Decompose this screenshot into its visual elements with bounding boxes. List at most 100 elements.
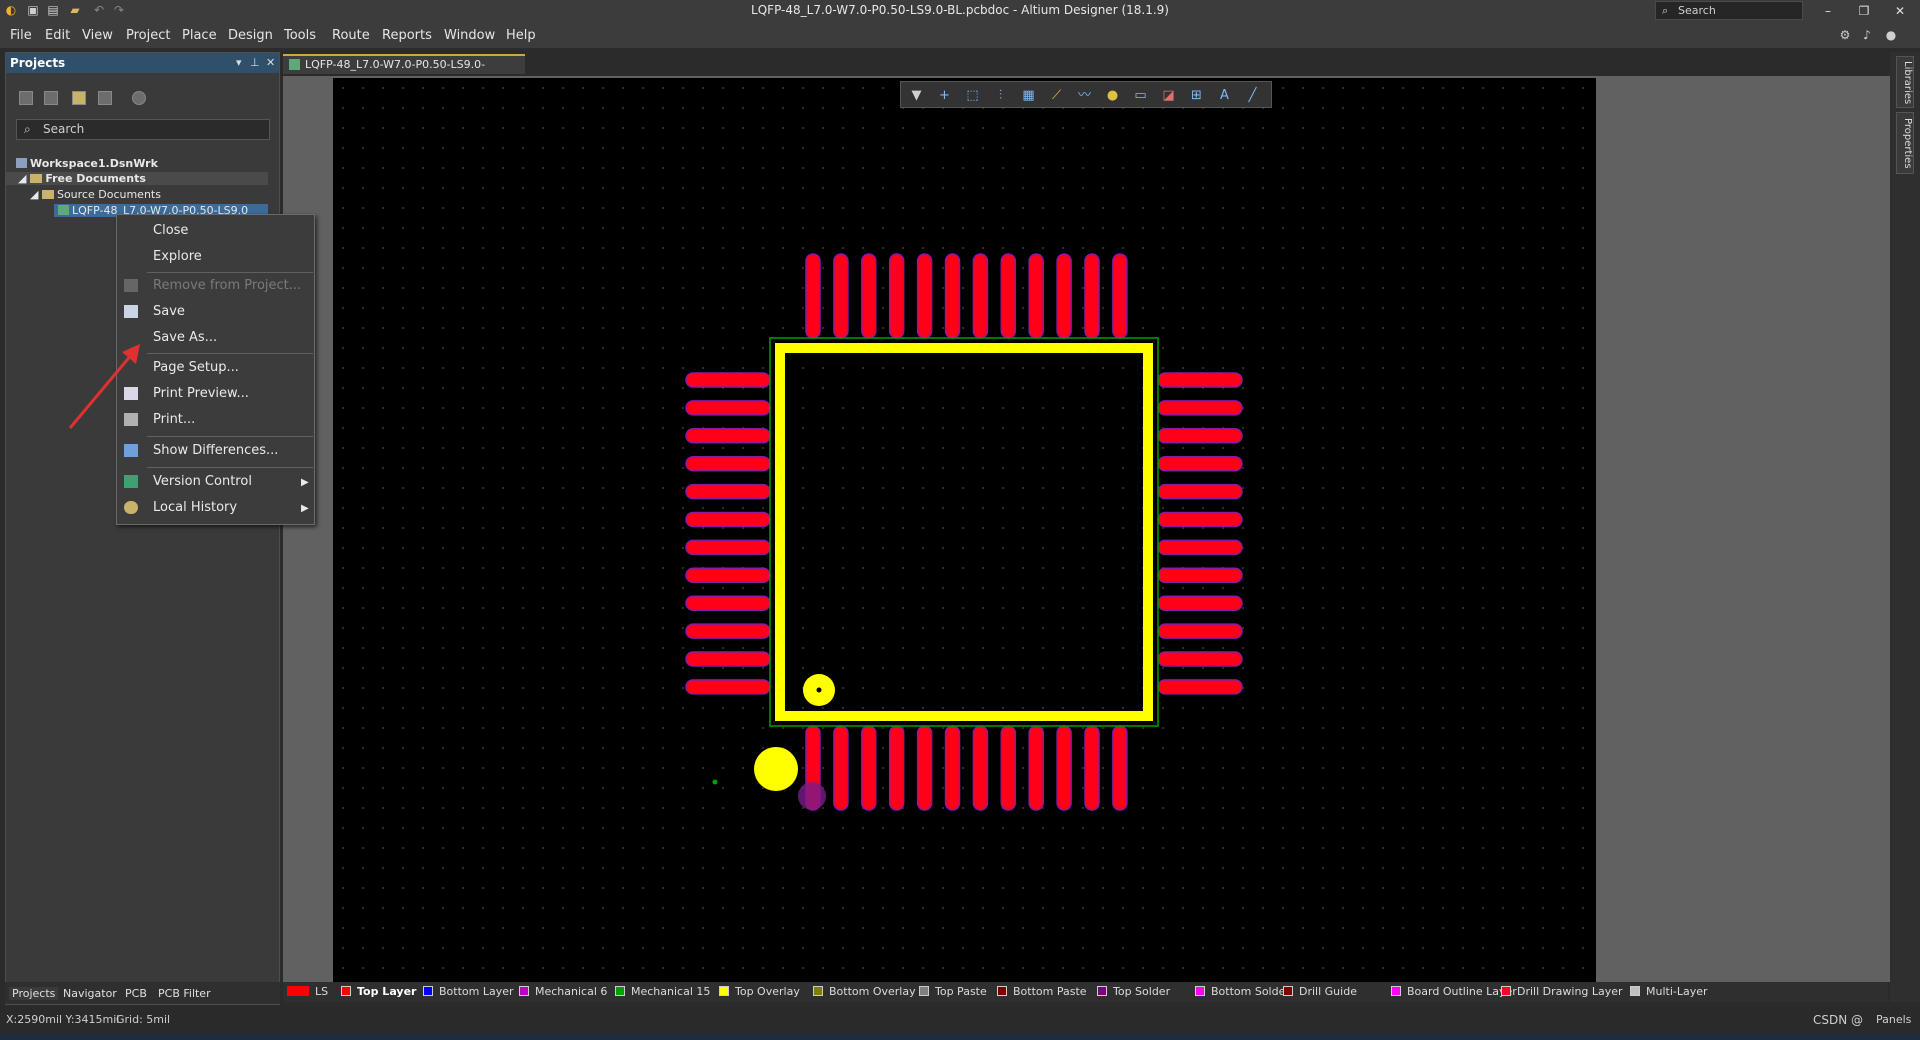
layer-color-swatch bbox=[1097, 986, 1107, 996]
pin1-marker-center bbox=[816, 687, 822, 693]
tab-pcb[interactable]: PCB bbox=[125, 987, 147, 1000]
smd-pad bbox=[805, 253, 821, 339]
layer-tab[interactable]: Bottom Solder bbox=[1195, 985, 1290, 998]
ctx-separator bbox=[147, 436, 313, 437]
ctx-close[interactable]: Close bbox=[153, 223, 188, 238]
tree-free-documents[interactable]: ◢ Free Documents bbox=[6, 172, 268, 185]
ctx-save[interactable]: Save bbox=[153, 304, 185, 319]
layer-tab[interactable]: Drill Guide bbox=[1283, 985, 1357, 998]
panels-button[interactable]: Panels bbox=[1876, 1013, 1911, 1026]
smd-pad bbox=[972, 253, 989, 339]
expand-arrow-icon[interactable]: ◢ bbox=[30, 188, 38, 201]
layer-tab[interactable]: Drill Drawing Layer bbox=[1501, 985, 1623, 998]
menu-project[interactable]: Project bbox=[126, 28, 170, 43]
layer-label: Top Overlay bbox=[735, 985, 800, 998]
save-project-icon[interactable] bbox=[19, 91, 33, 105]
properties-tab[interactable]: Properties bbox=[1896, 112, 1914, 174]
ctx-local-history[interactable]: Local History bbox=[153, 500, 237, 515]
layer-tab[interactable]: Bottom Layer bbox=[423, 985, 514, 998]
restore-button[interactable]: ❐ bbox=[1846, 0, 1882, 22]
ctx-print-preview[interactable]: Print Preview... bbox=[153, 386, 249, 401]
layer-tab[interactable]: Top Paste bbox=[919, 985, 987, 998]
smd-pad bbox=[685, 483, 771, 500]
menu-edit[interactable]: Edit bbox=[45, 28, 70, 43]
user-icon[interactable]: ● bbox=[1884, 28, 1898, 42]
close-panel-icon[interactable]: ✕ bbox=[266, 53, 275, 73]
expand-arrow-icon[interactable]: ◢ bbox=[18, 172, 26, 185]
menu-view[interactable]: View bbox=[82, 28, 113, 43]
polygon-icon[interactable]: ▭ bbox=[1133, 88, 1148, 103]
smd-pad bbox=[1157, 623, 1243, 639]
smd-pad bbox=[916, 253, 933, 339]
smd-pad bbox=[1157, 539, 1243, 556]
title-bar: ◐ ▣ ▤ ▰ ↶ ↷ LQFP-48_L7.0-W7.0-P0.50-LS9.… bbox=[0, 0, 1920, 22]
layer-set-label: LS bbox=[315, 985, 329, 998]
layer-label: Bottom Paste bbox=[1013, 985, 1087, 998]
component-icon[interactable]: ▦ bbox=[1021, 88, 1036, 103]
text-icon[interactable]: A bbox=[1217, 88, 1232, 103]
layer-tab[interactable]: Board Outline Layer bbox=[1391, 985, 1517, 998]
tab-pcb-filter[interactable]: PCB Filter bbox=[158, 987, 211, 1000]
compile-icon[interactable] bbox=[44, 91, 58, 105]
menu-file[interactable]: File bbox=[10, 28, 32, 43]
layer-tab[interactable]: Mechanical 15 bbox=[615, 985, 710, 998]
ctx-print[interactable]: Print... bbox=[153, 412, 195, 427]
filter-icon[interactable]: ▼ bbox=[909, 88, 924, 103]
menu-route[interactable]: Route bbox=[332, 28, 370, 43]
route-icon[interactable]: ⟋ bbox=[1049, 88, 1064, 103]
tree-workspace[interactable]: Workspace1.DsnWrk bbox=[16, 157, 158, 170]
layer-tab[interactable]: Top Overlay bbox=[719, 985, 800, 998]
title-search-input[interactable]: ⌕ Search bbox=[1655, 1, 1803, 20]
notifications-icon[interactable]: ♪ bbox=[1860, 28, 1874, 42]
line-icon[interactable]: ╱ bbox=[1245, 88, 1260, 103]
layer-tab[interactable]: Bottom Paste bbox=[997, 985, 1087, 998]
keepout-icon[interactable]: ◪ bbox=[1161, 88, 1176, 103]
cross-probe-icon[interactable]: + bbox=[937, 88, 952, 103]
document-tab[interactable]: LQFP-48_L7.0-W7.0-P0.50-LS9.0-BL.pcbdoc bbox=[283, 54, 525, 88]
ctx-version-control[interactable]: Version Control bbox=[153, 474, 252, 489]
project-options-icon[interactable] bbox=[132, 91, 146, 105]
folder-icon bbox=[41, 190, 54, 199]
layer-set-button[interactable]: LS bbox=[287, 985, 328, 998]
diff-pair-icon[interactable]: 〰 bbox=[1077, 88, 1092, 103]
menu-reports[interactable]: Reports bbox=[382, 28, 432, 43]
minimize-button[interactable]: – bbox=[1810, 0, 1846, 22]
layer-tab[interactable]: Mechanical 6 bbox=[519, 985, 607, 998]
close-project-icon[interactable] bbox=[98, 91, 112, 105]
projects-search-input[interactable]: ⌕ Search bbox=[16, 119, 270, 140]
menu-place[interactable]: Place bbox=[182, 28, 217, 43]
layer-tab[interactable]: Top Solder bbox=[1097, 985, 1170, 998]
tab-projects[interactable]: Projects bbox=[9, 987, 59, 1000]
pin-icon[interactable]: ⊥ bbox=[250, 53, 260, 73]
layer-label: Drill Drawing Layer bbox=[1517, 985, 1623, 998]
close-window-button[interactable]: ✕ bbox=[1882, 0, 1918, 22]
layer-color-swatch bbox=[615, 986, 625, 996]
layer-tab[interactable]: Bottom Overlay bbox=[813, 985, 916, 998]
select-area-icon[interactable]: ⬚ bbox=[965, 88, 980, 103]
layer-color-swatch bbox=[1630, 986, 1640, 996]
menu-design[interactable]: Design bbox=[228, 28, 273, 43]
menu-window[interactable]: Window bbox=[444, 28, 495, 43]
pcb-active-toolbar: ▼ + ⬚ ⫶ ▦ ⟋ 〰 ● ▭ ◪ ⊞ A ╱ bbox=[900, 81, 1272, 108]
open-folder-icon[interactable] bbox=[72, 91, 86, 105]
settings-icon[interactable]: ⚙ bbox=[1838, 28, 1852, 42]
differences-icon bbox=[124, 444, 138, 457]
menu-help[interactable]: Help bbox=[506, 28, 536, 43]
ctx-show-differences[interactable]: Show Differences... bbox=[153, 443, 278, 458]
smd-pad bbox=[833, 253, 849, 339]
tree-source-documents[interactable]: ◢ Source Documents bbox=[30, 188, 161, 201]
pcb-canvas[interactable] bbox=[333, 78, 1596, 982]
search-icon: ⌕ bbox=[1662, 4, 1669, 17]
ctx-explore[interactable]: Explore bbox=[153, 249, 202, 264]
tab-navigator[interactable]: Navigator bbox=[63, 987, 117, 1000]
ctx-page-setup[interactable]: Page Setup... bbox=[153, 360, 239, 375]
menu-tools[interactable]: Tools bbox=[284, 28, 316, 43]
pad-icon[interactable]: ● bbox=[1105, 88, 1120, 103]
align-icon[interactable]: ⫶ bbox=[993, 88, 1008, 103]
layer-tab[interactable]: Top Layer bbox=[341, 985, 416, 998]
libraries-tab[interactable]: Libraries bbox=[1896, 56, 1914, 108]
panel-menu-icon[interactable]: ▾ bbox=[236, 53, 242, 73]
ctx-save-as[interactable]: Save As... bbox=[153, 330, 217, 345]
dimension-icon[interactable]: ⊞ bbox=[1189, 88, 1204, 103]
layer-tab[interactable]: Multi-Layer bbox=[1630, 985, 1708, 998]
